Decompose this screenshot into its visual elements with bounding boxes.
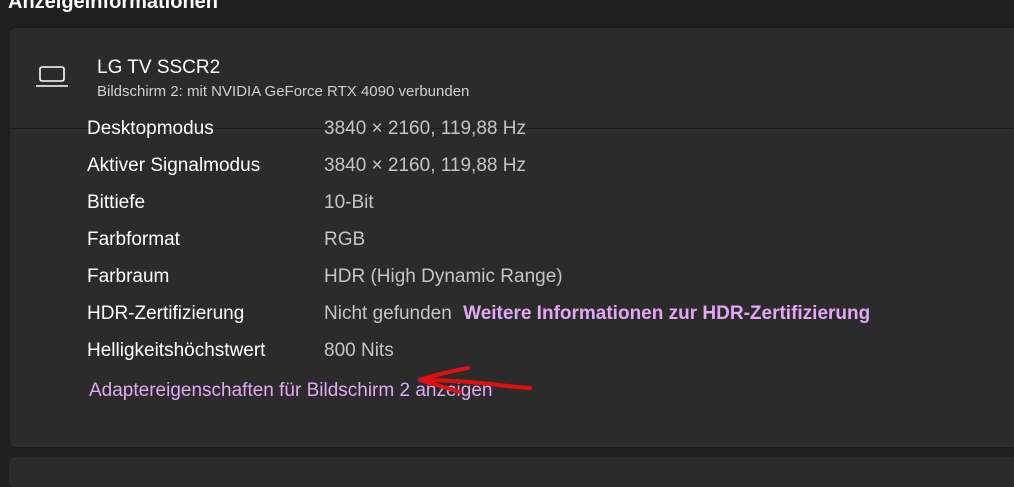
detail-value: 3840 × 2160, 119,88 Hz: [324, 155, 526, 176]
display-name: LG TV SSCR2: [97, 57, 221, 78]
detail-label: Helligkeitshöchstwert: [87, 340, 266, 361]
section-title: Anzeigeinformationen: [8, 0, 219, 13]
next-settings-card: [9, 457, 1014, 487]
laptop-icon: [36, 66, 68, 87]
detail-label: Bittiefe: [87, 192, 146, 213]
hdr-certification-info-link[interactable]: Weitere Informationen zur HDR-Zertifizie…: [463, 303, 870, 324]
detail-label: Aktiver Signalmodus: [87, 155, 261, 176]
detail-value: 800 Nits: [324, 340, 394, 361]
display-subtitle: Bildschirm 2: mit NVIDIA GeForce RTX 409…: [97, 83, 470, 100]
detail-label: Farbformat: [87, 229, 180, 250]
red-arrow-annotation: [418, 366, 532, 394]
detail-value: HDR (High Dynamic Range): [324, 266, 563, 287]
display-header: LG TV SSCR2 Bildschirm 2: mit NVIDIA GeF…: [10, 28, 1014, 129]
detail-label: HDR-Zertifizierung: [87, 303, 245, 324]
detail-value: Nicht gefunden: [324, 303, 452, 324]
detail-value: RGB: [324, 229, 366, 250]
detail-value: 10-Bit: [324, 192, 374, 213]
detail-label: Farbraum: [87, 266, 170, 287]
detail-label: Desktopmodus: [87, 118, 214, 139]
detail-value-container: Nicht gefunden Weitere Informationen zur…: [324, 303, 870, 325]
detail-value: 3840 × 2160, 119,88 Hz: [324, 118, 526, 139]
